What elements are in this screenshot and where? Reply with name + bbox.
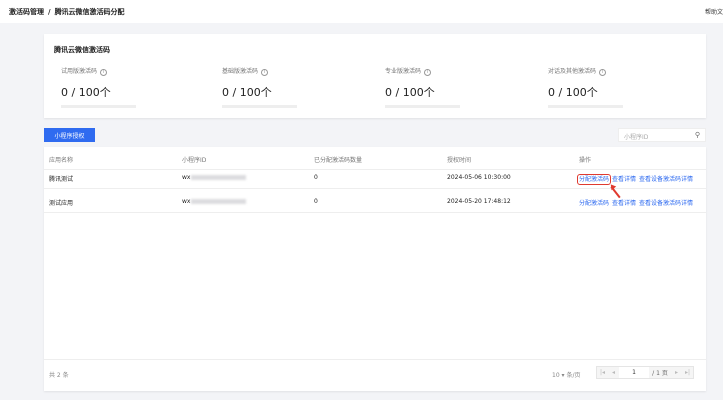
prev-page-icon[interactable]: ◂ [608, 367, 619, 378]
table-row: 测试应用 wx 0 2024-05-20 17:48:12 分配激活码 查看详情查… [44, 190, 706, 213]
table-row: 腾讯测试 wx 0 2024-05-06 10:30:00 分配激活码 查看详情查… [44, 166, 706, 189]
search-placeholder: 小程序ID [624, 134, 649, 141]
page-size-select[interactable]: 10 ▾ 条/页 [552, 370, 580, 379]
actions: 分配激活码 查看详情 查看设备激活码详情 [579, 198, 696, 207]
stat-value: 0 / 100个 [61, 86, 111, 99]
assign-code-link[interactable]: 分配激活码 [579, 200, 609, 207]
stat-progress-bar [385, 105, 460, 108]
page-input[interactable]: 1 [619, 367, 649, 378]
stat-value: 0 / 100个 [222, 86, 272, 99]
assign-code-link[interactable]: 分配激活码 [576, 174, 612, 185]
info-icon[interactable]: i [599, 69, 607, 76]
app-name: 测试应用 [49, 200, 74, 207]
assigned-count: 0 [314, 198, 318, 205]
actions: 分配激活码 查看详情 查看设备激活码详情 [576, 174, 696, 185]
stat-progress-bar [61, 105, 136, 108]
last-page-icon[interactable]: ▸| [682, 367, 693, 378]
view-details-link[interactable]: 查看详情 [612, 176, 636, 183]
breadcrumb-parent[interactable]: 激活码管理 [9, 7, 44, 17]
summary-card: 腾讯云微信激活码 试用版激活码 i 0 / 100个 基础版激活码 i 0 / 10… [44, 34, 706, 118]
stat-item: 基础版激活码 i 0 / 100个 [222, 66, 332, 108]
app-name: 腾讯测试 [49, 176, 74, 183]
column-header: 已分配激活码数量 [314, 157, 363, 164]
column-header: 应用名称 [49, 157, 74, 164]
stat-label: 基础版激活码 [222, 68, 259, 75]
pagination: 共 2 条 10 ▾ 条/页 |◂ ◂ 1 / 1 页 ▸ ▸| [44, 359, 706, 391]
search-input[interactable]: 小程序ID ⚲ [618, 128, 706, 142]
search-icon[interactable]: ⚲ [695, 131, 700, 139]
pager: |◂ ◂ 1 / 1 页 ▸ ▸| [596, 366, 694, 379]
stat-item: 试用版激活码 i 0 / 100个 [61, 66, 171, 108]
auth-time: 2024-05-20 17:48:12 [447, 198, 511, 205]
total-count: 共 2 条 [49, 372, 69, 379]
breadcrumb-separator: / [48, 7, 51, 16]
stat-progress-bar [222, 105, 297, 108]
breadcrumb-current: 腾讯云微信激活码分配 [54, 7, 125, 16]
stat-item: 专业版激活码 i 0 / 100个 [385, 66, 495, 108]
auth-time: 2024-05-06 10:30:00 [447, 174, 511, 181]
column-header: 授权时间 [447, 157, 472, 164]
authorize-miniprogram-button[interactable]: 小程序授权 [44, 128, 95, 142]
stat-label: 专业版激活码 [385, 68, 422, 75]
info-icon[interactable]: i [424, 69, 432, 76]
stat-label: 对话及其他激活码 [548, 68, 597, 75]
view-details-link[interactable]: 查看详情 [612, 200, 636, 207]
app-id: wx [182, 198, 247, 205]
column-header: 小程序ID [182, 157, 207, 164]
first-page-icon[interactable]: |◂ [597, 367, 608, 378]
app-id: wx [182, 174, 247, 181]
top-bar: 激活码管理 / 腾讯云微信激活码分配 帮助文 [0, 0, 723, 23]
assigned-count: 0 [314, 174, 318, 181]
view-device-codes-link[interactable]: 查看设备激活码详情 [639, 200, 693, 207]
page-count: / 1 页 [649, 367, 671, 378]
stat-progress-bar [548, 105, 623, 108]
info-icon[interactable]: i [100, 69, 108, 76]
info-icon[interactable]: i [261, 69, 269, 76]
column-header: 操作 [579, 157, 592, 164]
summary-title: 腾讯云微信激活码 [54, 46, 110, 54]
next-page-icon[interactable]: ▸ [671, 367, 682, 378]
apps-table: 应用名称 小程序ID 已分配激活码数量 授权时间 操作 腾讯测试 wx 0 20… [44, 147, 706, 391]
stat-label: 试用版激活码 [61, 68, 98, 75]
stat-value: 0 / 100个 [385, 86, 435, 99]
stat-item: 对话及其他激活码 i 0 / 100个 [548, 66, 658, 108]
stat-value: 0 / 100个 [548, 86, 598, 99]
help-link[interactable]: 帮助文 [705, 7, 723, 16]
view-device-codes-link[interactable]: 查看设备激活码详情 [639, 176, 693, 183]
